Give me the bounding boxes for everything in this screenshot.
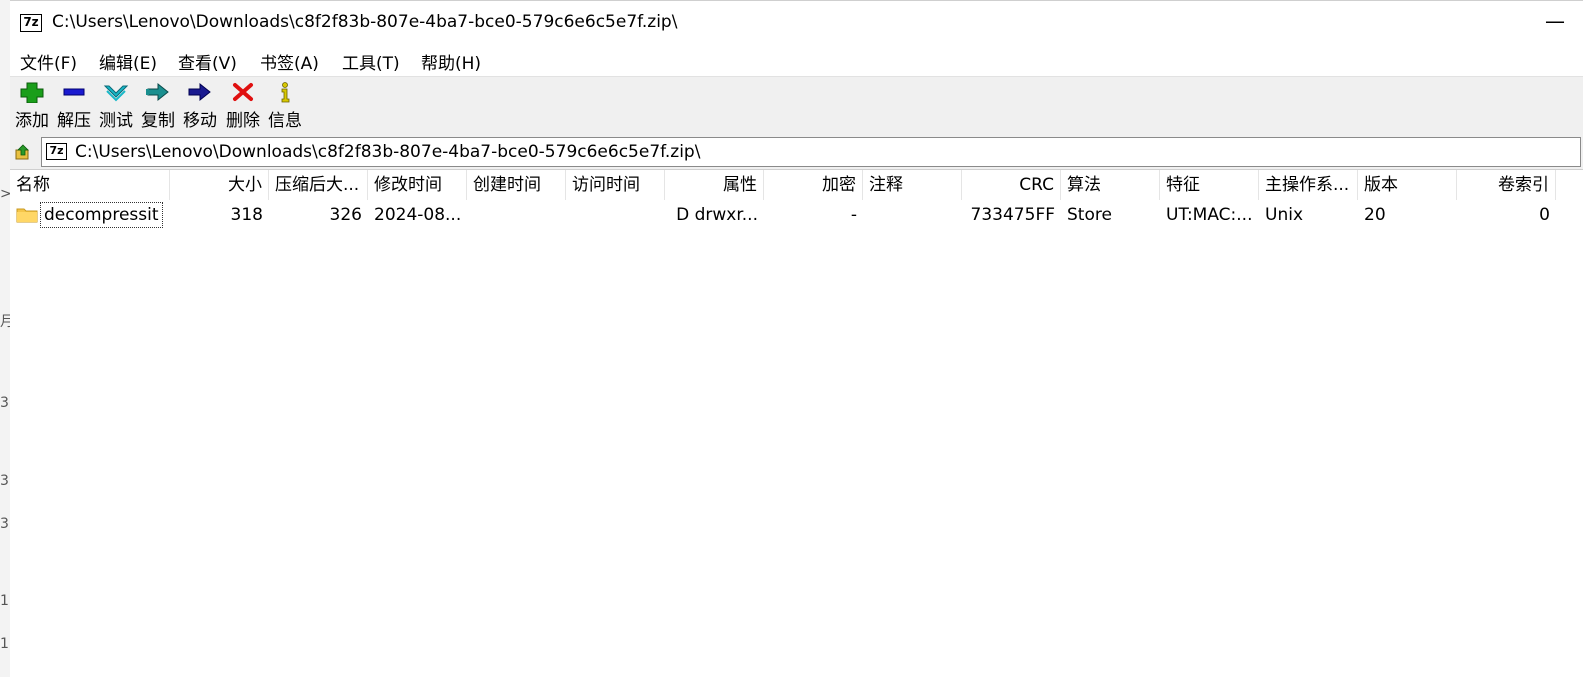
up-folder-icon[interactable] [15,144,31,160]
copy-button[interactable]: 复制 [136,77,180,133]
characteristics-cell: UT:MAC:... [1166,205,1253,225]
app-window: 7z C:\Users\Lenovo\Downloads\c8f2f83b-80… [10,0,1583,677]
crc-cell: 733475FF [970,205,1055,225]
size-cell: 318 [230,205,263,225]
packed-size-cell: 326 [329,205,362,225]
folder-icon [16,208,38,223]
menu-view[interactable]: 查看(V) [178,49,237,74]
delete-label: 删除 [226,111,260,131]
column-header-modified[interactable]: 修改时间 [368,170,467,200]
info-icon [281,82,290,103]
move-label: 移动 [183,111,217,131]
background-glyph: 3 [0,473,9,489]
add-label: 添加 [15,111,49,131]
column-header-volume-index[interactable]: 卷索引 [1457,170,1556,200]
column-header-host-os[interactable]: 主操作系... [1259,170,1358,200]
version-cell: 20 [1364,205,1386,225]
move-icon [188,82,211,102]
extract-icon [63,88,85,96]
created-cell [467,201,566,229]
path-field[interactable]: 7z C:\Users\Lenovo\Downloads\c8f2f83b-80… [41,137,1581,167]
menu-edit[interactable]: 编辑(E) [99,49,157,74]
column-header-encrypted[interactable]: 加密 [764,170,863,200]
archive-icon: 7z [46,143,67,160]
copy-label: 复制 [141,111,175,131]
window-title: C:\Users\Lenovo\Downloads\c8f2f83b-807e-… [52,12,678,32]
menu-file[interactable]: 文件(F) [20,49,77,74]
background-glyph: 3 [0,516,9,532]
column-header-size[interactable]: 大小 [170,170,269,200]
test-label: 测试 [99,111,133,131]
address-bar: 7z C:\Users\Lenovo\Downloads\c8f2f83b-80… [10,135,1583,170]
column-header-characteristics[interactable]: 特征 [1160,170,1259,200]
menu-bookmarks[interactable]: 书签(A) [260,49,319,74]
column-header-row: 名称 大小 压缩后大... 修改时间 创建时间 访问时间 属性 加密 注释 CR… [10,170,1583,200]
extract-button[interactable]: 解压 [52,77,96,133]
menu-tools[interactable]: 工具(T) [342,49,400,74]
delete-button[interactable]: 删除 [221,77,265,133]
comment-cell [863,201,962,229]
add-button[interactable]: 添加 [10,77,54,133]
file-name-cell[interactable]: decompressit [40,202,163,228]
background-glyph: 1 [0,593,9,609]
copy-icon [146,82,169,102]
column-header-packed-size[interactable]: 压缩后大... [269,170,368,200]
volume-index-cell: 0 [1539,205,1550,225]
delete-icon [233,83,253,101]
column-header-comment[interactable]: 注释 [863,170,962,200]
extract-label: 解压 [57,111,91,131]
move-button[interactable]: 移动 [178,77,222,133]
column-header-created[interactable]: 创建时间 [467,170,566,200]
test-icon [103,85,129,102]
column-header-name[interactable]: 名称 [10,170,170,200]
menu-help[interactable]: 帮助(H) [421,49,481,74]
file-list[interactable]: 名称 大小 压缩后大... 修改时间 创建时间 访问时间 属性 加密 注释 CR… [10,170,1583,677]
accessed-cell [566,201,665,229]
toolbar: 添加 解压 测试 复制 移动 删除 信息 [10,77,1583,135]
7zip-app-icon: 7z [20,14,42,32]
method-cell: Store [1067,205,1112,225]
column-header-method[interactable]: 算法 [1061,170,1160,200]
background-glyph: 3 [0,395,9,411]
attributes-cell: D drwxr... [676,205,758,225]
path-text: C:\Users\Lenovo\Downloads\c8f2f83b-807e-… [75,142,701,162]
menu-bar: 文件(F) 编辑(E) 查看(V) 书签(A) 工具(T) 帮助(H) [10,44,1583,77]
column-header-accessed[interactable]: 访问时间 [566,170,665,200]
host-os-cell: Unix [1265,205,1304,225]
info-label: 信息 [268,111,302,131]
title-bar[interactable]: 7z C:\Users\Lenovo\Downloads\c8f2f83b-80… [10,0,1583,45]
column-header-crc[interactable]: CRC [962,170,1061,200]
info-button[interactable]: 信息 [263,77,307,133]
background-glyph: 1 [0,636,9,652]
add-icon [20,82,44,103]
encrypted-cell: - [850,205,857,225]
column-header-attributes[interactable]: 属性 [665,170,764,200]
table-row[interactable]: decompressit 318 326 2024-08... D drwxr.… [10,201,1583,229]
test-button[interactable]: 测试 [94,77,138,133]
column-header-version[interactable]: 版本 [1358,170,1457,200]
minimize-button[interactable]: — [1527,1,1583,45]
modified-cell: 2024-08... [374,205,462,225]
